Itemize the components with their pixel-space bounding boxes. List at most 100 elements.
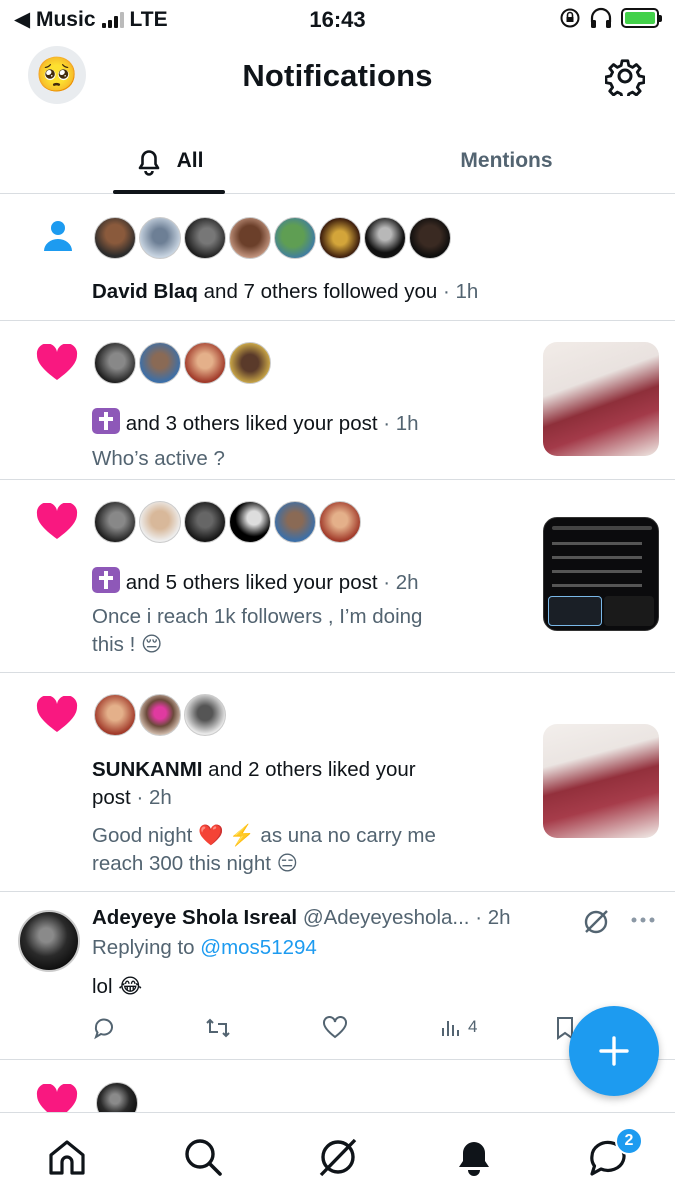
retweet-icon	[206, 1018, 230, 1038]
avatar[interactable]	[184, 501, 226, 543]
liker-avatars	[94, 694, 226, 736]
more-icon[interactable]	[630, 916, 656, 924]
like-text: and 5 others liked your post · 2h	[92, 567, 419, 597]
avatar[interactable]	[184, 217, 226, 259]
timestamp: · 2h	[377, 571, 419, 594]
post-thumbnail[interactable]	[543, 342, 659, 456]
replying-prefix: Replying to	[92, 936, 201, 959]
avatar[interactable]	[94, 217, 136, 259]
views-icon	[442, 1021, 459, 1036]
tab-mentions-label: Mentions	[460, 149, 553, 172]
like-text: and 3 others liked your post · 1h	[92, 408, 419, 438]
avatar[interactable]	[96, 1082, 138, 1112]
heart-outline-icon	[323, 1016, 347, 1039]
headphones-icon	[590, 7, 612, 28]
header: 🥺 Notifications	[0, 46, 675, 106]
tab-all[interactable]: All	[0, 128, 338, 194]
like-message: and 5 others liked your post	[120, 571, 378, 594]
like-button[interactable]	[322, 1016, 348, 1040]
actor-name[interactable]: David Blaq	[92, 280, 198, 303]
plus-icon	[599, 1036, 629, 1066]
avatar[interactable]	[229, 501, 271, 543]
replying-to: Replying to @mos51294	[92, 936, 317, 960]
post-thumbnail[interactable]	[543, 724, 659, 838]
like-message: and 3 others liked your post	[120, 412, 378, 435]
avatar[interactable]	[94, 501, 136, 543]
post-snippet-line2: reach 300 this night 😑	[92, 852, 298, 875]
timestamp: · 2h	[469, 906, 511, 929]
liker-avatars	[94, 342, 271, 384]
notification-like[interactable]: SUNKANMI and 2 others liked your post · …	[0, 674, 675, 892]
post-snippet-line2: this ! 😔	[92, 633, 163, 656]
avatar[interactable]	[229, 217, 271, 259]
avatar[interactable]	[319, 217, 361, 259]
status-right	[559, 7, 662, 29]
reply-button[interactable]	[92, 1016, 116, 1040]
heart-icon	[36, 696, 78, 732]
avatar[interactable]	[184, 342, 226, 384]
actor-name[interactable]: SUNKANMI	[92, 758, 202, 781]
post-snippet-line1: Once i reach 1k followers , I’m doing	[92, 605, 423, 628]
avatar[interactable]	[139, 501, 181, 543]
avatar[interactable]	[184, 694, 226, 736]
avatar[interactable]	[18, 910, 80, 972]
page-title: Notifications	[242, 58, 433, 93]
tab-all-label: All	[176, 149, 204, 172]
compose-button[interactable]	[569, 1006, 659, 1096]
cross-emoji	[92, 408, 120, 434]
post-thumbnail[interactable]	[543, 517, 659, 631]
follow-text: David Blaq and 7 others followed you · 1…	[92, 278, 478, 306]
avatar[interactable]	[274, 501, 316, 543]
home-icon[interactable]	[45, 1135, 89, 1179]
notification-tabs: All Mentions	[0, 128, 675, 194]
notifications-bell-icon[interactable]	[452, 1135, 496, 1179]
heart-icon	[36, 344, 78, 380]
avatar[interactable]	[319, 501, 361, 543]
cross-emoji	[92, 567, 120, 593]
retweet-button[interactable]	[204, 1016, 232, 1040]
author-name[interactable]: Adeyeye Shola Isreal	[92, 906, 297, 929]
avatar[interactable]	[409, 217, 451, 259]
battery-icon	[621, 8, 662, 28]
tweet-body: lol 😂	[92, 975, 143, 998]
author-handle[interactable]: @Adeyeyeshola...	[297, 906, 470, 929]
follower-avatars	[94, 217, 451, 259]
grok-icon[interactable]	[582, 908, 610, 936]
search-icon[interactable]	[181, 1135, 225, 1179]
like-message-cont: post	[92, 786, 131, 809]
notification-like[interactable]: and 3 others liked your post · 1h Who’s …	[0, 322, 675, 480]
avatar[interactable]	[94, 342, 136, 384]
post-snippet-line1: Good night ❤️ ⚡️ as una no carry me	[92, 824, 436, 847]
bottom-nav	[0, 1112, 675, 1200]
active-tab-indicator	[113, 190, 225, 194]
post-snippet: Once i reach 1k followers , I’m doing th…	[92, 603, 422, 659]
bell-icon	[138, 150, 159, 176]
tweet-header: Adeyeye Shola Isreal @Adeyeyeshola... · …	[92, 906, 511, 930]
avatar[interactable]	[94, 694, 136, 736]
tab-mentions[interactable]: Mentions	[338, 128, 675, 194]
like-message: and 2 others liked your	[202, 758, 416, 781]
avatar[interactable]	[229, 342, 271, 384]
messages-badge: 2	[615, 1127, 643, 1155]
settings-gear-icon[interactable]	[605, 56, 645, 96]
follow-message: and 7 others followed you	[197, 280, 438, 303]
timestamp: · 1h	[437, 280, 479, 303]
liker-avatars	[94, 501, 361, 543]
avatar[interactable]	[274, 217, 316, 259]
heart-icon	[36, 1084, 78, 1112]
tweet-actions: 4	[92, 1016, 573, 1044]
avatar[interactable]	[139, 694, 181, 736]
comment-icon	[94, 1018, 113, 1040]
heart-icon	[36, 503, 78, 539]
views-count: 4	[468, 1017, 478, 1036]
avatar[interactable]	[139, 342, 181, 384]
views-button[interactable]: 4	[440, 1016, 477, 1038]
grok-icon[interactable]	[316, 1135, 360, 1179]
notification-like[interactable]: and 5 others liked your post · 2h Once i…	[0, 481, 675, 673]
replying-to-handle[interactable]: @mos51294	[200, 936, 317, 959]
avatar[interactable]	[364, 217, 406, 259]
person-icon	[44, 221, 72, 251]
avatar[interactable]	[139, 217, 181, 259]
notification-follow[interactable]: David Blaq and 7 others followed you · 1…	[0, 195, 675, 321]
status-bar: ◀ Music LTE 16:43	[0, 0, 675, 38]
